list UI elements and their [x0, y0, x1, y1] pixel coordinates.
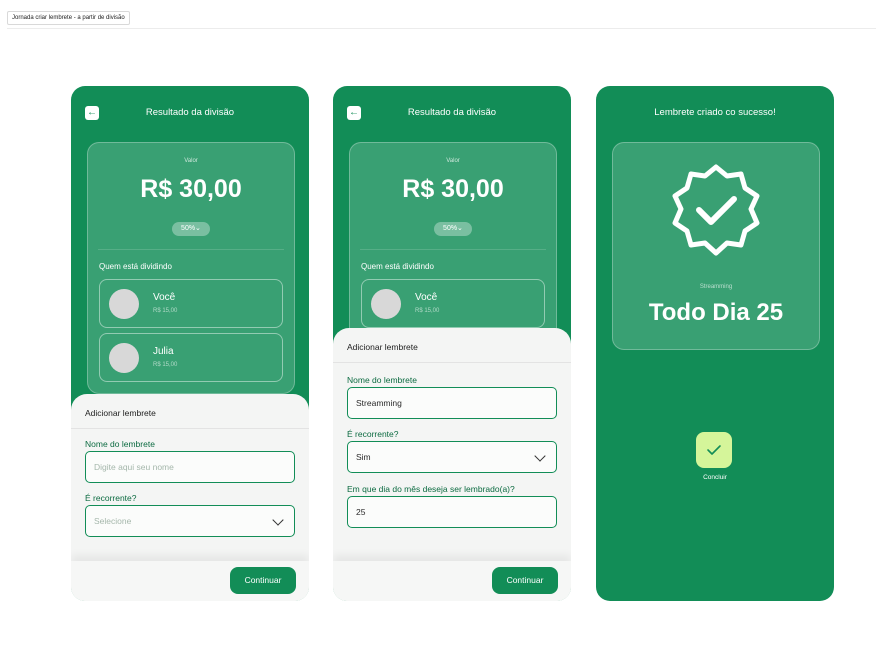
person-card[interactable]: Você R$ 15,00 — [361, 279, 545, 328]
header-title: Resultado da divisão — [145, 107, 235, 118]
chevron-down-icon — [272, 514, 284, 526]
phone-screen-3: Lembrete criado co sucesso! Streamming T… — [596, 86, 834, 601]
value-label: Valor — [184, 158, 198, 164]
recurring-label: É recorrente? — [85, 493, 137, 503]
top-divider — [7, 28, 876, 29]
who-label: Quem está dividindo — [99, 262, 172, 271]
amount-value: R$ 30,00 — [402, 175, 504, 203]
footer-bar: Continuar — [333, 561, 571, 601]
card-divider — [360, 249, 546, 250]
person-name: Você — [153, 292, 176, 303]
reminder-schedule: Todo Dia 25 — [648, 299, 784, 326]
success-card: Streamming Todo Dia 25 — [612, 142, 820, 350]
check-badge-icon — [672, 164, 760, 256]
amount-value: R$ 30,00 — [140, 175, 242, 203]
header: ← Resultado da divisão — [333, 86, 571, 142]
continue-button[interactable]: Continuar — [230, 567, 296, 594]
phone-screen-1: ← Resultado da divisão Valor R$ 30,00 50… — [71, 86, 309, 601]
reminder-name-label: Nome do lembrete — [85, 439, 155, 449]
continue-button[interactable]: Continuar — [492, 567, 558, 594]
chevron-down-icon — [534, 450, 546, 462]
reminder-name-label: Nome do lembrete — [347, 375, 417, 385]
add-reminder-sheet: Adicionar lembrete Nome do lembrete Digi… — [71, 394, 309, 601]
header: Lembrete criado co sucesso! — [596, 86, 834, 142]
card-divider — [98, 249, 284, 250]
avatar — [109, 289, 139, 319]
sheet-title: Adicionar lembrete — [347, 342, 418, 352]
recurring-select[interactable]: Sim — [347, 441, 557, 473]
person-name: Julia — [153, 346, 174, 357]
value-label: Valor — [446, 158, 460, 164]
footer-bar: Continuar — [71, 561, 309, 601]
conclude-button[interactable] — [696, 432, 732, 468]
frame-label: Jornada criar lembrete - a partir de div… — [7, 11, 130, 25]
page: Jornada criar lembrete - a partir de div… — [0, 0, 876, 647]
header-title: Resultado da divisão — [407, 107, 497, 118]
person-amount: R$ 15,00 — [153, 362, 178, 368]
reminder-name: Streamming — [699, 284, 733, 290]
recurring-select[interactable]: Selecione — [85, 505, 295, 537]
person-name: Você — [415, 292, 438, 303]
conclude-label: Concluir — [703, 474, 727, 481]
reminder-name-input[interactable]: Digite aqui seu nome — [85, 451, 295, 483]
phone-screen-2: ← Resultado da divisão Valor R$ 30,00 50… — [333, 86, 571, 601]
reminder-day-label: Em que dia do mês deseja ser lembrado(a)… — [347, 484, 515, 494]
percent-dropdown[interactable]: 50%⌄ — [434, 222, 472, 236]
header: ← Resultado da divisão — [71, 86, 309, 142]
sheet-divider — [333, 362, 571, 363]
reminder-name-input[interactable]: Streamming — [347, 387, 557, 419]
recurring-select-value: Sim — [356, 452, 371, 462]
who-label: Quem está dividindo — [361, 262, 434, 271]
person-card[interactable]: Julia R$ 15,00 — [99, 333, 283, 382]
recurring-select-value: Selecione — [94, 516, 132, 526]
person-card[interactable]: Você R$ 15,00 — [99, 279, 283, 328]
sheet-title: Adicionar lembrete — [85, 408, 156, 418]
avatar — [109, 343, 139, 373]
person-amount: R$ 15,00 — [415, 308, 440, 314]
check-icon — [707, 445, 721, 455]
recurring-label: É recorrente? — [347, 429, 399, 439]
person-amount: R$ 15,00 — [153, 308, 178, 314]
division-card: Valor R$ 30,00 50%⌄ Quem está dividindo … — [87, 142, 295, 394]
add-reminder-sheet: Adicionar lembrete Nome do lembrete Stre… — [333, 328, 571, 601]
percent-dropdown[interactable]: 50%⌄ — [172, 222, 210, 236]
avatar — [371, 289, 401, 319]
header-title: Lembrete criado co sucesso! — [654, 107, 776, 118]
sheet-divider — [71, 428, 309, 429]
reminder-day-input[interactable]: 25 — [347, 496, 557, 528]
